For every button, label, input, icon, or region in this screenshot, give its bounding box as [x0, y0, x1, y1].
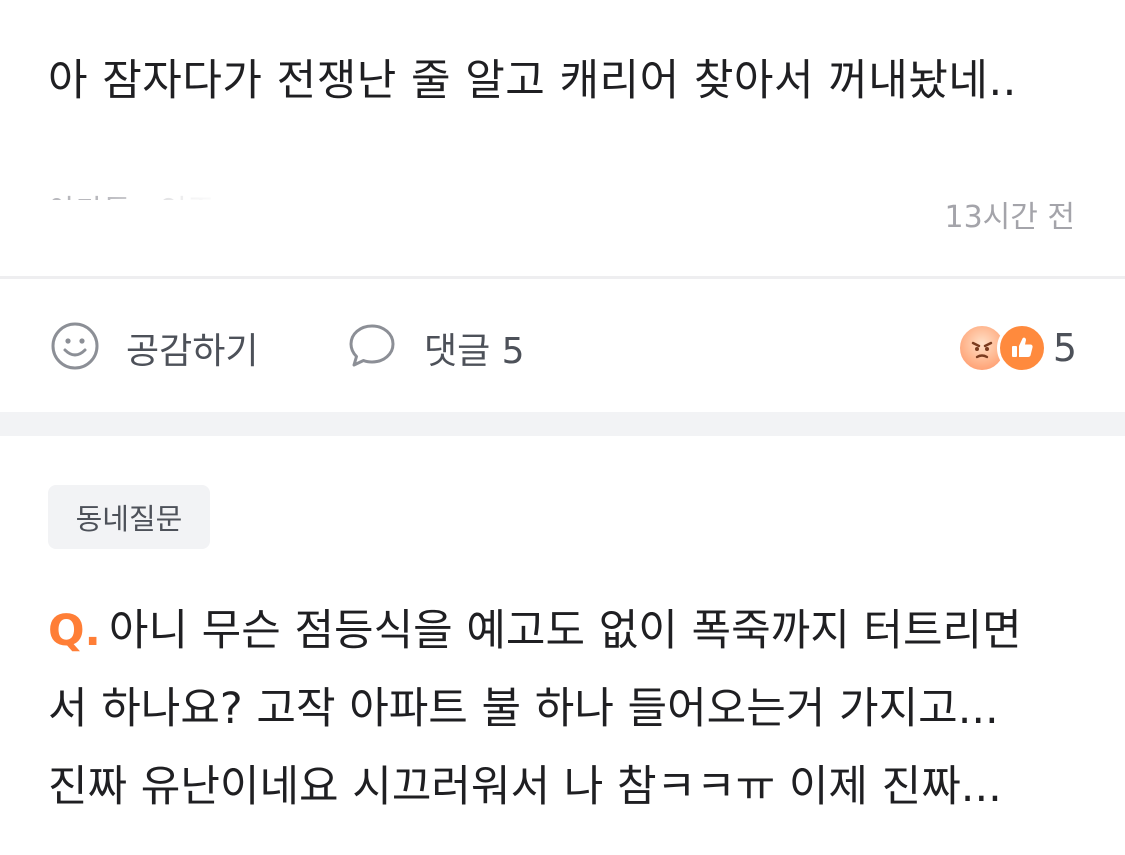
comment-label: 댓글 5 [424, 331, 525, 372]
post-text[interactable]: 아 잠자다가 전쟁난 줄 알고 캐리어 찾아서 꺼내놨네.. [48, 46, 1017, 108]
section-divider [0, 412, 1125, 436]
post-location: 아가동 · 인증 [48, 182, 228, 200]
question-line: 진짜 유난이네요 시끄러워서 나 참ㅋㅋㅠ 이제 진짜... [48, 762, 1002, 812]
comment-button[interactable]: 댓글 5 [346, 320, 525, 376]
reaction-count: 5 [1052, 326, 1077, 370]
smile-icon [50, 321, 100, 375]
question-line-text: 아니 무슨 점등식을 예고도 없이 폭죽까지 터트리면 [108, 606, 1022, 656]
like-label: 공감하기 [126, 331, 259, 372]
question-line: Q. 아니 무슨 점등식을 예고도 없이 폭죽까지 터트리면 [48, 592, 1078, 670]
like-button[interactable]: 공감하기 [50, 320, 258, 376]
reaction-summary[interactable]: 5 [956, 322, 1077, 374]
thumbs-up-icon [996, 323, 1047, 373]
question-prefix: Q. [48, 606, 101, 656]
feed-page: 아 잠자다가 전쟁난 줄 알고 캐리어 찾아서 꺼내놨네.. 아가동 · 인증 … [0, 0, 1125, 855]
speech-bubble-icon [346, 321, 398, 375]
question-line: 서 하나요? 고작 아파트 불 하나 들어오는거 가지고... [48, 684, 999, 734]
category-tag[interactable]: 동네질문 [48, 485, 210, 549]
divider [0, 276, 1125, 279]
post-time: 13시간 전 [944, 200, 1075, 235]
question-text[interactable]: Q. 아니 무슨 점등식을 예고도 없이 폭죽까지 터트리면 서 하나요? 고작 … [48, 592, 1078, 826]
